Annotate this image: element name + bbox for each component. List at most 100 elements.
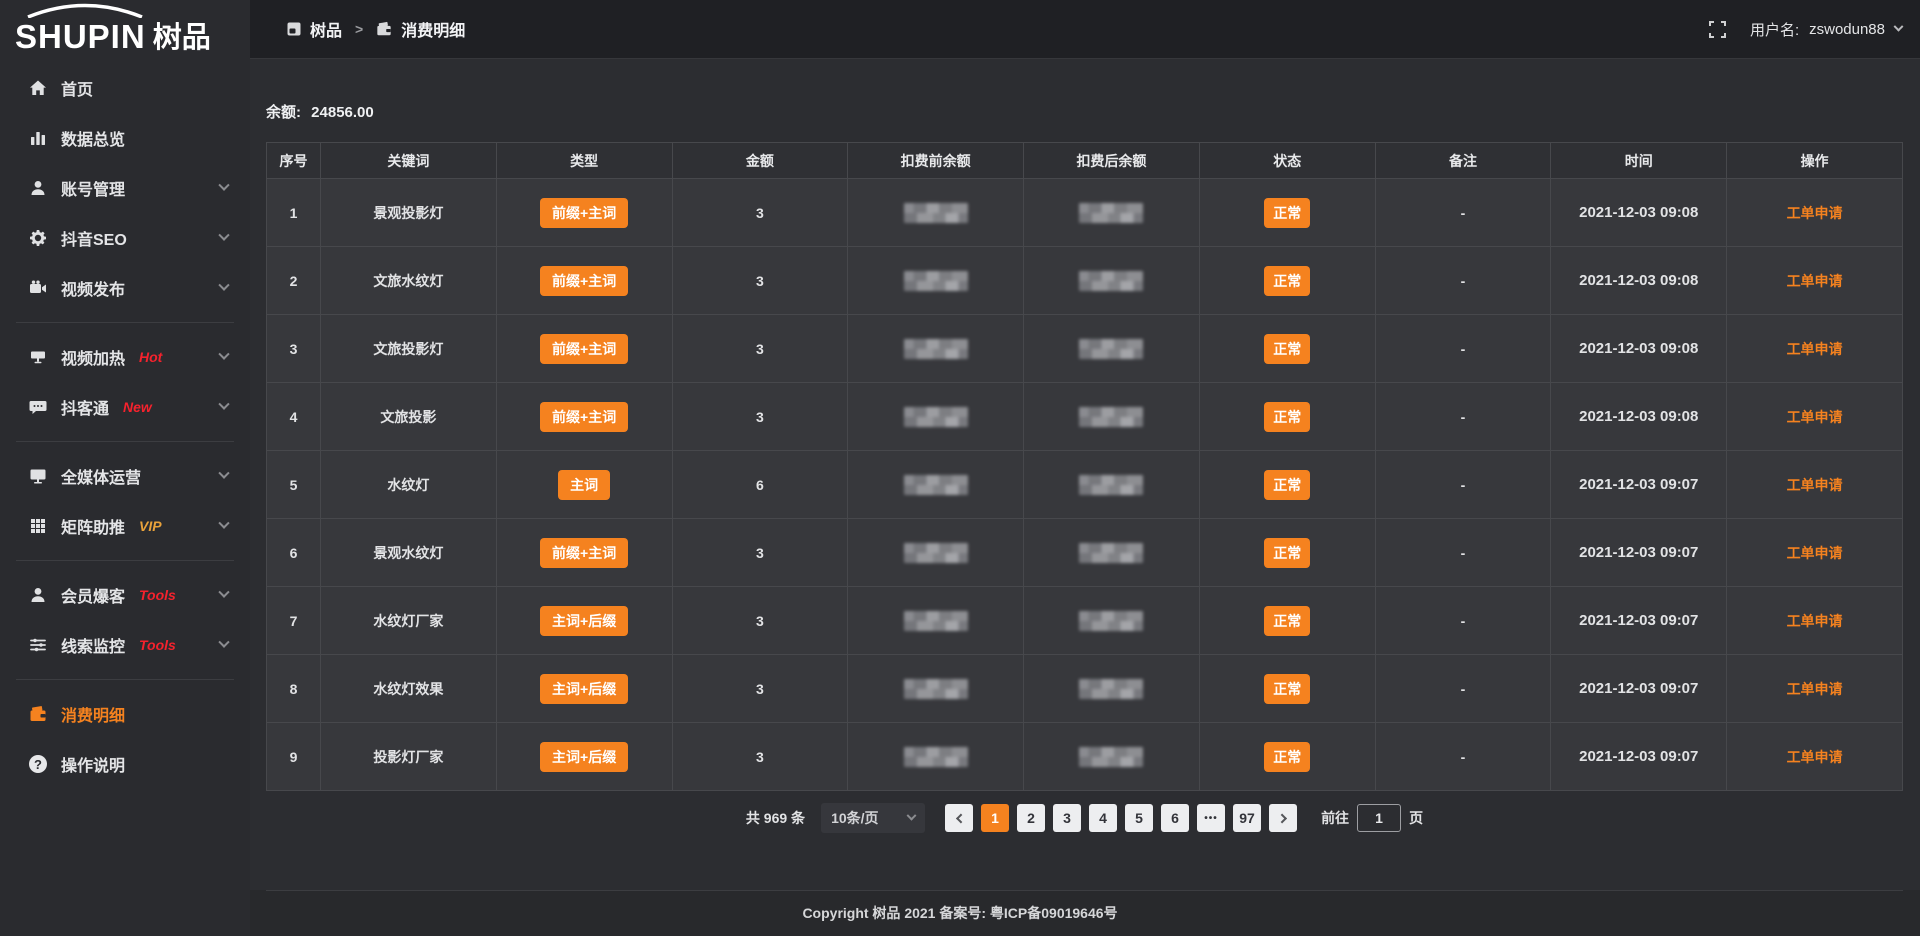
goto-page-input[interactable] (1357, 804, 1401, 832)
cell-index: 4 (267, 383, 321, 451)
breadcrumb-root[interactable]: 树品 (310, 17, 342, 41)
sidebar-item-clue-monitor[interactable]: 线索监控 Tools (0, 620, 250, 670)
page-button-5[interactable]: 5 (1125, 804, 1153, 832)
sidebar-item-home[interactable]: 首页 (0, 63, 250, 113)
col-header-action: 操作 (1727, 143, 1903, 179)
sidebar-divider (16, 322, 234, 323)
table-row: 8 水纹灯效果 主词+后缀 3 正常 - 2021-12-03 09:07 工单… (267, 655, 1903, 723)
chevron-down-icon (218, 518, 229, 529)
table-header-row: 序号 关键词 类型 金额 扣费前余额 扣费后余额 状态 备注 时间 操作 (267, 143, 1903, 179)
sidebar-item-account-management[interactable]: 账号管理 (0, 163, 250, 213)
cell-time: 2021-12-03 09:07 (1551, 723, 1727, 791)
next-page-button[interactable] (1269, 804, 1297, 832)
cell-balance-after (1024, 315, 1200, 383)
ticket-request-link[interactable]: 工单申请 (1787, 681, 1843, 697)
balance-label: 余额: (266, 104, 301, 121)
cell-balance-before (848, 587, 1024, 655)
fullscreen-icon[interactable] (1709, 21, 1726, 38)
cell-action: 工单申请 (1727, 179, 1903, 247)
sidebar-item-video-publish[interactable]: 视频发布 (0, 263, 250, 313)
sidebar-divider (16, 560, 234, 561)
page-size-select[interactable]: 10条/页 (821, 803, 925, 833)
ticket-request-link[interactable]: 工单申请 (1787, 613, 1843, 629)
grid-icon (28, 516, 48, 536)
prev-page-button[interactable] (945, 804, 973, 832)
cell-time: 2021-12-03 09:07 (1551, 587, 1727, 655)
cell-keyword: 景观投影灯 (321, 179, 497, 247)
vip-tag: VIP (139, 518, 162, 534)
cell-status: 正常 (1199, 655, 1375, 723)
type-badge: 前缀+主词 (540, 266, 628, 296)
content-area: 余额: 24856.00 序号 关键词 类型 金额 扣费前余额 扣费后余额 状态 (250, 59, 1920, 936)
ticket-request-link[interactable]: 工单申请 (1787, 477, 1843, 493)
cell-status: 正常 (1199, 247, 1375, 315)
cell-action: 工单申请 (1727, 315, 1903, 383)
sidebar-item-all-media[interactable]: 全媒体运营 (0, 451, 250, 501)
col-header-balance-before: 扣费前余额 (848, 143, 1024, 179)
cell-time: 2021-12-03 09:07 (1551, 451, 1727, 519)
page-button-4[interactable]: 4 (1089, 804, 1117, 832)
cell-remark: - (1375, 723, 1551, 791)
sidebar-item-matrix-boost[interactable]: 矩阵助推 VIP (0, 501, 250, 551)
sidebar-item-consumption-detail[interactable]: 消费明细 (0, 689, 250, 739)
page-button-1[interactable]: 1 (981, 804, 1009, 832)
sidebar-item-label: 线索监控 (61, 633, 125, 657)
sidebar: SHUPIN 树品 首页 数据总览 账号管理 抖音SE (0, 0, 250, 936)
total-count: 共 969 条 (746, 808, 805, 828)
type-badge: 前缀+主词 (540, 538, 628, 568)
cell-amount: 3 (672, 519, 848, 587)
cell-remark: - (1375, 247, 1551, 315)
type-badge: 前缀+主词 (540, 334, 628, 364)
table-row: 9 投影灯厂家 主词+后缀 3 正常 - 2021-12-03 09:07 工单… (267, 723, 1903, 791)
copyright-text: Copyright 树品 2021 备案号: 粤ICP备09019646号 (802, 903, 1117, 923)
username[interactable]: zswodun88 (1809, 21, 1885, 38)
page-button-97[interactable]: 97 (1233, 804, 1261, 832)
hot-tag: Hot (139, 349, 162, 365)
cell-time: 2021-12-03 09:08 (1551, 315, 1727, 383)
ticket-request-link[interactable]: 工单申请 (1787, 205, 1843, 221)
member-icon (28, 585, 48, 605)
cell-balance-before (848, 655, 1024, 723)
ticket-request-link[interactable]: 工单申请 (1787, 341, 1843, 357)
cell-amount: 3 (672, 587, 848, 655)
chevron-down-icon[interactable] (1894, 21, 1904, 31)
consumption-table: 序号 关键词 类型 金额 扣费前余额 扣费后余额 状态 备注 时间 操作 1 (266, 142, 1903, 791)
page-button-2[interactable]: 2 (1017, 804, 1045, 832)
sidebar-item-douyin-seo[interactable]: 抖音SEO (0, 213, 250, 263)
col-header-time: 时间 (1551, 143, 1727, 179)
redacted-balance-after (1079, 475, 1143, 495)
more-pages-button[interactable]: ••• (1197, 804, 1225, 832)
sidebar-item-douketong[interactable]: 抖客通 New (0, 382, 250, 432)
cell-balance-after (1024, 655, 1200, 723)
sidebar-divider (16, 679, 234, 680)
wallet-icon (376, 21, 392, 37)
cell-type: 前缀+主词 (496, 519, 672, 587)
logo-arc-decoration (26, 3, 144, 18)
ticket-request-link[interactable]: 工单申请 (1787, 545, 1843, 561)
redacted-balance-before (904, 339, 968, 359)
footer: Copyright 树品 2021 备案号: 粤ICP备09019646号 (0, 890, 1920, 936)
sidebar-item-label: 首页 (61, 76, 93, 100)
ticket-request-link[interactable]: 工单申请 (1787, 749, 1843, 765)
sidebar-item-instructions[interactable]: ? 操作说明 (0, 739, 250, 789)
sidebar-item-member-baoke[interactable]: 会员爆客 Tools (0, 570, 250, 620)
redacted-balance-before (904, 543, 968, 563)
status-badge: 正常 (1264, 674, 1310, 704)
cell-type: 主词+后缀 (496, 587, 672, 655)
table-row: 6 景观水纹灯 前缀+主词 3 正常 - 2021-12-03 09:07 工单… (267, 519, 1903, 587)
sidebar-item-data-overview[interactable]: 数据总览 (0, 113, 250, 163)
ticket-request-link[interactable]: 工单申请 (1787, 273, 1843, 289)
cell-keyword: 景观水纹灯 (321, 519, 497, 587)
redacted-balance-after (1079, 271, 1143, 291)
cell-type: 前缀+主词 (496, 247, 672, 315)
cell-time: 2021-12-03 09:07 (1551, 655, 1727, 723)
ticket-request-link[interactable]: 工单申请 (1787, 409, 1843, 425)
table-row: 5 水纹灯 主词 6 正常 - 2021-12-03 09:07 工单申请 (267, 451, 1903, 519)
tools-tag: Tools (139, 637, 176, 653)
cell-remark: - (1375, 519, 1551, 587)
sidebar-item-video-heat[interactable]: 视频加热 Hot (0, 332, 250, 382)
col-header-status: 状态 (1199, 143, 1375, 179)
cell-balance-after (1024, 723, 1200, 791)
page-button-6[interactable]: 6 (1161, 804, 1189, 832)
page-button-3[interactable]: 3 (1053, 804, 1081, 832)
